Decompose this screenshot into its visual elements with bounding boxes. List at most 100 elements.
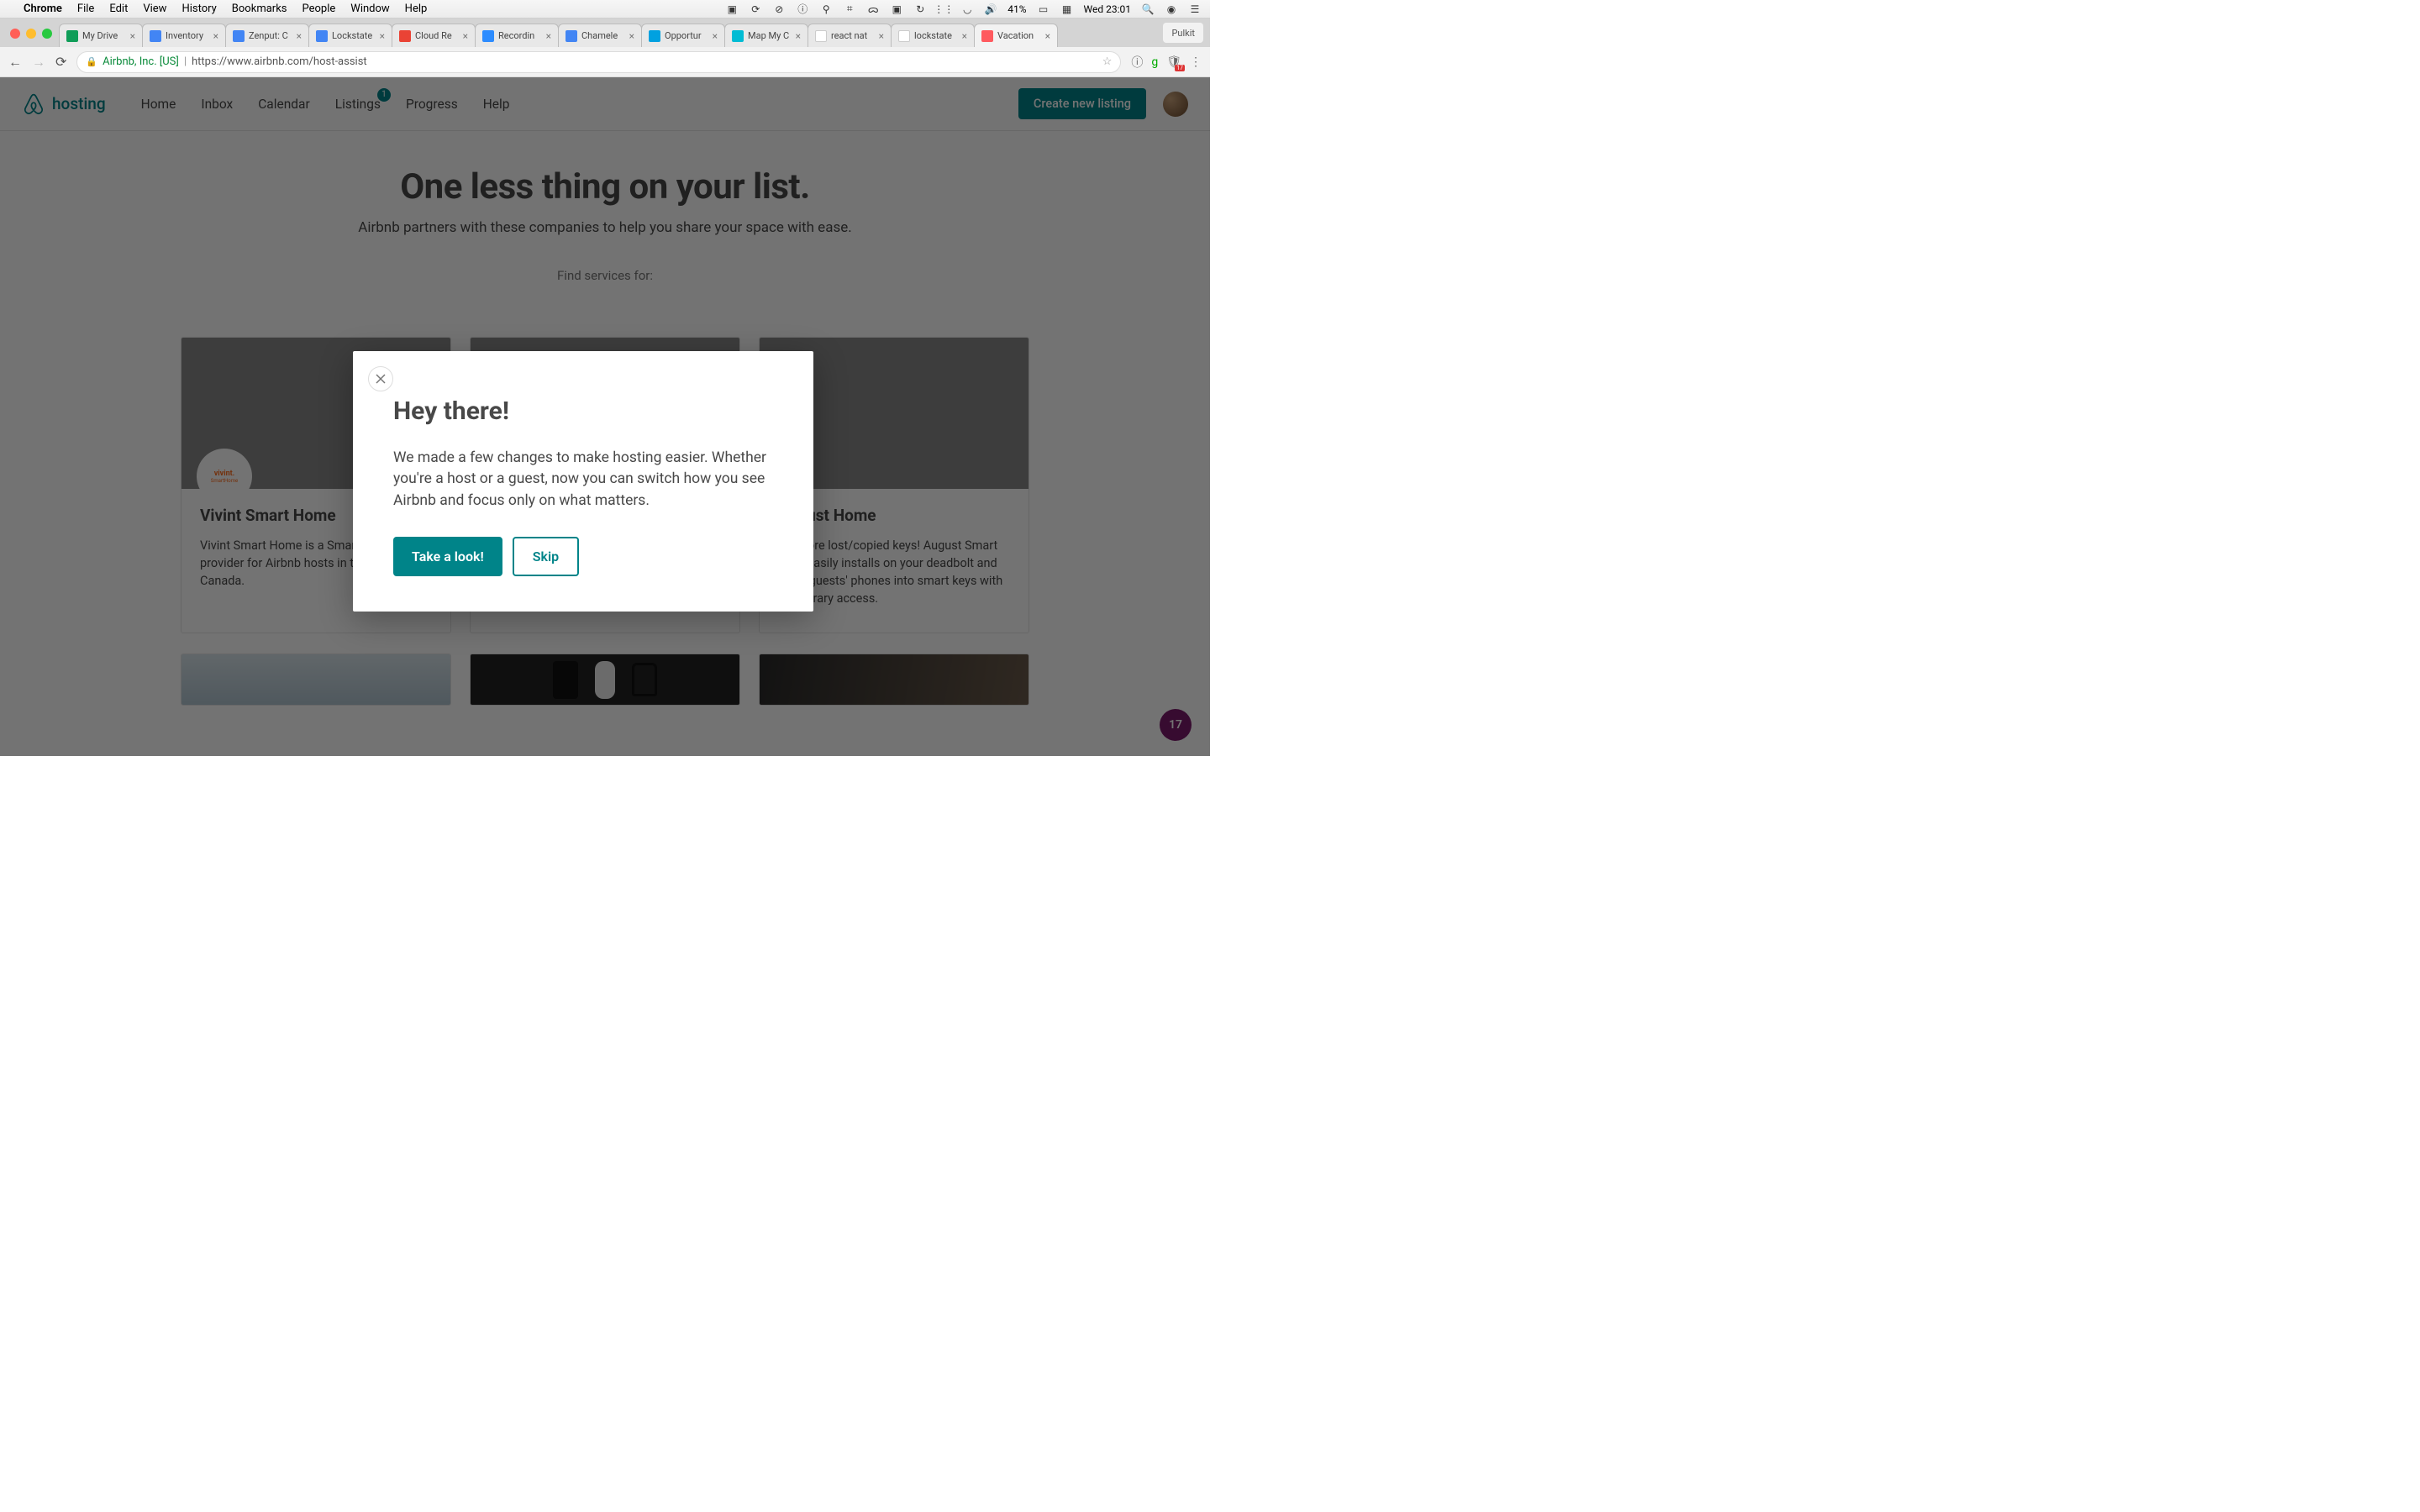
menu-history[interactable]: History [182, 3, 216, 15]
url-org: Airbnb, Inc. [US] [103, 55, 179, 68]
tab-label: Chamele [581, 30, 625, 41]
clock[interactable]: Wed 23:01 [1084, 3, 1131, 15]
tab-close-icon[interactable]: × [213, 30, 218, 42]
tab-favicon [482, 30, 494, 42]
ext-g-icon[interactable]: g [1151, 55, 1158, 69]
page-viewport: hosting Home Inbox Calendar Listings 1 P… [0, 77, 1210, 756]
ext-info-icon[interactable]: ⓘ [1131, 54, 1143, 71]
browser-tab[interactable]: Chamele × [558, 24, 642, 47]
menubar-left: Chrome File Edit View History Bookmarks … [8, 3, 427, 15]
browser-tab[interactable]: Vacation × [974, 24, 1058, 47]
menu-view[interactable]: View [143, 3, 166, 15]
tab-close-icon[interactable]: × [879, 30, 884, 42]
spotlight-icon[interactable]: 🔍 [1141, 3, 1155, 16]
bluetooth-icon[interactable]: ⋮⋮ [937, 3, 950, 16]
tab-close-icon[interactable]: × [130, 30, 135, 42]
browser-tab[interactable]: Opportur × [641, 24, 725, 47]
tab-close-icon[interactable]: × [380, 30, 385, 42]
tab-label: Zenput: C [249, 30, 292, 41]
browser-tab[interactable]: react nat × [808, 24, 892, 47]
browser-tab[interactable]: Lockstate× [308, 24, 392, 47]
video-icon[interactable]: ▣ [725, 3, 739, 16]
tab-label: Map My C [748, 30, 792, 41]
lock-icon: 🔒 [86, 56, 97, 67]
url-text: https://www.airbnb.com/host-assist [192, 55, 367, 68]
tab-label: Inventory [166, 30, 209, 41]
modal-title: Hey there! [393, 396, 773, 426]
window-close-button[interactable] [10, 29, 20, 39]
tab-close-icon[interactable]: × [1045, 30, 1050, 42]
wifi-icon[interactable]: ◡ [960, 3, 974, 16]
tab-favicon [649, 30, 660, 42]
siri-icon[interactable]: ◉ [1165, 3, 1178, 16]
macos-menubar: Chrome File Edit View History Bookmarks … [0, 0, 1210, 18]
control-icon[interactable]: ▦ [1060, 3, 1074, 16]
tab-favicon [316, 30, 328, 42]
chrome-profile-chip[interactable]: Pulkit [1163, 23, 1203, 43]
square-a-icon[interactable]: ▣ [890, 3, 903, 16]
key-icon[interactable]: ⚲ [819, 3, 833, 16]
tab-label: Vacation [997, 30, 1041, 41]
reload-button[interactable]: ⟳ [55, 54, 66, 70]
modal-body: We made a few changes to make hosting ea… [393, 448, 773, 512]
back-button[interactable]: ← [8, 54, 22, 71]
toolbar-extensions: ⓘ g 🛡17 ⋮ [1131, 54, 1202, 71]
app-name[interactable]: Chrome [24, 3, 62, 15]
menu-file[interactable]: File [77, 3, 94, 15]
browser-tab[interactable]: Zenput: C × [225, 24, 309, 47]
tab-favicon [566, 30, 577, 42]
timemachine-icon[interactable]: ↻ [913, 3, 927, 16]
menu-window[interactable]: Window [350, 3, 389, 15]
browser-toolbar: ← → ⟳ 🔒 Airbnb, Inc. [US] | https://www.… [0, 47, 1210, 77]
hash-icon[interactable]: ⌗ [843, 3, 856, 16]
menu-edit[interactable]: Edit [109, 3, 128, 15]
menu-help[interactable]: Help [405, 3, 428, 15]
tab-label: Opportur [665, 30, 708, 41]
modal-primary-button[interactable]: Take a look! [393, 537, 502, 576]
volume-icon[interactable]: 🔊 [984, 3, 997, 16]
menu-bookmarks[interactable]: Bookmarks [232, 3, 287, 15]
tab-close-icon[interactable]: × [297, 30, 302, 42]
modal-close-button[interactable] [368, 366, 393, 391]
modal-buttons: Take a look! Skip [393, 537, 773, 576]
address-bar[interactable]: 🔒 Airbnb, Inc. [US] | https://www.airbnb… [76, 51, 1121, 73]
menubar-right: ▣ ⟳ ⊘ ⓘ ⚲ ⌗ ᯅ ▣ ↻ ⋮⋮ ◡ 🔊 41% ▭ ▦ Wed 23:… [725, 3, 1202, 16]
tab-label: My Drive [82, 30, 126, 41]
tab-close-icon[interactable]: × [713, 30, 718, 42]
browser-tab-strip: My Drive×Inventory×Zenput: C×Lockstate×C… [0, 18, 1210, 47]
browser-tab[interactable]: Cloud Re × [392, 24, 476, 47]
browser-tab[interactable]: Inventory × [142, 24, 226, 47]
tab-close-icon[interactable]: × [962, 30, 967, 42]
browser-tab[interactable]: Recordin× [475, 24, 559, 47]
tab-close-icon[interactable]: × [546, 30, 551, 42]
tab-label: react nat [831, 30, 875, 41]
browser-tab[interactable]: lockstate × [891, 24, 975, 47]
chrome-menu-icon[interactable]: ⋮ [1190, 55, 1202, 69]
window-minimize-button[interactable] [26, 29, 36, 39]
menu-people[interactable]: People [302, 3, 336, 15]
tab-close-icon[interactable]: × [629, 30, 634, 42]
glasses-icon[interactable]: ᯅ [866, 3, 880, 16]
notification-center-icon[interactable]: ☰ [1188, 3, 1202, 16]
tab-favicon [150, 30, 161, 42]
battery-icon[interactable]: ▭ [1037, 3, 1050, 16]
profile-name: Pulkit [1171, 28, 1195, 39]
window-zoom-button[interactable] [42, 29, 52, 39]
battery-percent[interactable]: 41% [1007, 3, 1026, 15]
close-icon [375, 373, 387, 385]
sync-icon[interactable]: ⟳ [749, 3, 762, 16]
tab-close-icon[interactable]: × [463, 30, 468, 42]
ext-shield-icon[interactable]: 🛡17 [1166, 55, 1181, 69]
forward-button: → [32, 54, 45, 71]
tab-close-icon[interactable]: × [796, 30, 801, 42]
tab-label: lockstate [914, 30, 958, 41]
tab-favicon [815, 30, 827, 42]
circle-slash-icon[interactable]: ⊘ [772, 3, 786, 16]
browser-tab[interactable]: My Drive × [59, 24, 143, 47]
bookmark-star-icon[interactable]: ☆ [1102, 55, 1113, 68]
tab-favicon [233, 30, 245, 42]
info-icon[interactable]: ⓘ [796, 3, 809, 16]
browser-tab[interactable]: Map My C × [724, 24, 808, 47]
tab-label: Cloud Re [415, 30, 459, 41]
modal-secondary-button[interactable]: Skip [513, 537, 579, 576]
